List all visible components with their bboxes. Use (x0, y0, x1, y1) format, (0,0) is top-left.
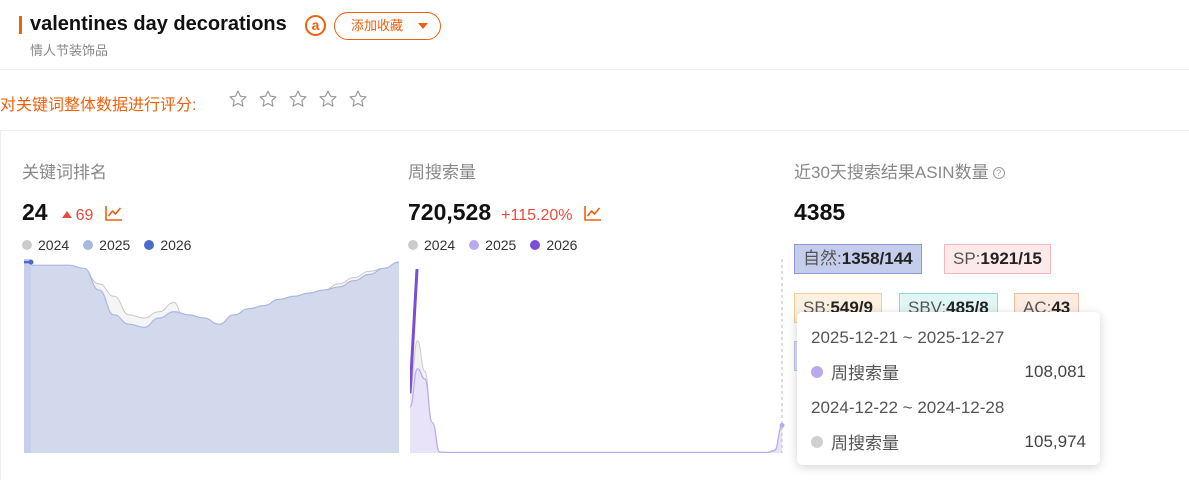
legend-dot (530, 240, 541, 250)
tooltip-date-range: 2024-12-22 ~ 2024-12-28 (811, 398, 1005, 417)
point-2026 (28, 259, 34, 265)
trend-chart-icon[interactable] (584, 205, 602, 221)
chart-tooltip: 2025-12-21 ~ 2025-12-27 周搜索量 108,081 202… (797, 312, 1100, 465)
keyword-translation: 情人节装饰品 (30, 43, 109, 58)
rank-chart[interactable] (24, 259, 399, 453)
search-value-row: 720,528 +115.20% (408, 199, 602, 226)
asin-count-value: 4385 (794, 199, 846, 225)
star-icon[interactable] (228, 89, 248, 109)
add-favorite-label: 添加收藏 (351, 18, 404, 33)
search-volume-card: 周搜索量 720,528 +115.20% 2024 2025 2026 (400, 131, 790, 480)
area-2026 (24, 259, 31, 453)
search-legend: 2024 2025 2026 (408, 237, 577, 253)
area-2025 (410, 368, 782, 453)
tooltip-label: 周搜索量 (831, 434, 899, 453)
tag-value: 1358/144 (841, 249, 913, 268)
tag-natural[interactable]: 自然:1358/144 (794, 244, 922, 274)
search-volume-value: 720,528 (408, 199, 492, 225)
rank-change-value: 69 (75, 207, 94, 224)
star-icon[interactable] (288, 89, 308, 109)
tooltip-row: 周搜索量 108,081 (811, 359, 1086, 384)
rank-legend: 2024 2025 2026 (22, 237, 191, 253)
tooltip-value: 108,081 (1024, 361, 1086, 381)
legend-item-2025[interactable]: 2025 (469, 237, 516, 253)
tooltip-row: 周搜索量 105,974 (811, 429, 1086, 454)
trend-chart-icon[interactable] (105, 205, 123, 221)
tag-label: 自然: (803, 249, 842, 268)
add-favorite-button[interactable]: 添加收藏 (334, 12, 441, 40)
rank-title: 关键词排名 (22, 163, 107, 182)
legend-label: 2024 (424, 237, 456, 253)
search-volume-title: 周搜索量 (408, 163, 476, 182)
line-2025 (410, 368, 783, 453)
help-icon[interactable]: ? (992, 167, 1005, 179)
keyword-detail-page: valentines day decorations a 添加收藏 情人节装饰品… (0, 0, 1189, 480)
asin-value-row: 4385 (794, 199, 845, 226)
area-2025 (24, 262, 399, 453)
title-accent-bar (19, 16, 22, 34)
legend-dot (144, 240, 155, 250)
legend-dot (811, 365, 823, 378)
legend-label: 2024 (38, 237, 70, 253)
rank-value: 24 (22, 199, 48, 225)
search-volume-change: +115.20% (501, 207, 573, 224)
legend-label: 2026 (160, 237, 192, 253)
legend-dot (811, 435, 823, 448)
keyword-header: valentines day decorations a 添加收藏 情人节装饰品 (0, 0, 1189, 70)
legend-item-2026[interactable]: 2026 (530, 237, 577, 253)
star-rating[interactable] (228, 89, 368, 109)
tooltip-date-range: 2025-12-21 ~ 2025-12-27 (811, 328, 1005, 347)
legend-label: 2026 (546, 237, 578, 253)
rating-label: 对关键词整体数据进行评分: (0, 97, 197, 114)
star-icon[interactable] (348, 89, 368, 109)
rating-row: 对关键词整体数据进行评分: (0, 70, 1189, 131)
legend-item-2024[interactable]: 2024 (408, 237, 455, 253)
amazon-a-icon[interactable]: a (305, 15, 326, 36)
star-icon[interactable] (258, 89, 278, 109)
point-2025-last (779, 422, 785, 428)
arrow-up-icon (61, 211, 72, 218)
tag-value: 1921/15 (980, 249, 1042, 268)
tooltip-value: 105,974 (1024, 431, 1086, 451)
star-icon[interactable] (318, 89, 338, 109)
tooltip-label: 周搜索量 (831, 364, 899, 383)
legend-dot (83, 240, 94, 250)
chevron-down-icon (418, 23, 428, 29)
asin-count-title: 近30天搜索结果ASIN数量? (794, 158, 1005, 183)
keyword-title: valentines day decorations (30, 13, 287, 35)
rank-change: 69 (61, 207, 94, 225)
legend-dot (22, 240, 32, 250)
rank-card: 关键词排名 24 69 2024 2025 2026 (0, 131, 400, 480)
legend-dot (469, 240, 480, 250)
rank-value-row: 24 69 (22, 199, 123, 226)
tag-label: SP: (953, 249, 981, 268)
legend-item-2025[interactable]: 2025 (83, 237, 130, 253)
area-2024 (410, 340, 782, 453)
search-volume-chart[interactable] (410, 259, 790, 453)
legend-dot (408, 240, 418, 250)
legend-item-2024[interactable]: 2024 (22, 237, 69, 253)
line-2024 (410, 340, 783, 453)
legend-label: 2025 (485, 237, 517, 253)
legend-item-2026[interactable]: 2026 (144, 237, 191, 253)
tag-sp[interactable]: SP:1921/15 (944, 244, 1051, 274)
asin-count-title-text: 近30天搜索结果ASIN数量 (794, 163, 989, 182)
legend-label: 2025 (99, 237, 131, 253)
